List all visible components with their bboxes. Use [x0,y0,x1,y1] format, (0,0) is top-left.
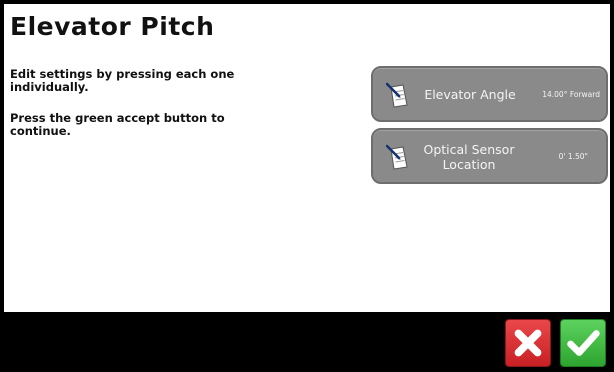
edit-document-icon [385,143,412,171]
content-panel: Elevator Pitch Edit settings by pressing… [4,4,610,312]
instruction-text: Edit settings by pressing each one indiv… [10,67,235,94]
page-title: Elevator Pitch [10,12,215,41]
instruction-text: Press the green accept button to continu… [10,111,225,138]
edit-document-icon [385,81,412,109]
cancel-button[interactable] [505,319,551,367]
setting-label: Optical Sensor Location [423,142,515,172]
setting-value: 14.00° Forward [542,90,600,99]
accept-button[interactable] [560,319,606,367]
screen: Elevator Pitch Edit settings by pressing… [0,0,614,372]
setting-label: Elevator Angle [424,87,516,102]
setting-value: 0' 1.50" [558,152,588,161]
elevator-angle-button[interactable]: Elevator Angle 14.00° Forward [371,66,608,122]
optical-sensor-location-button[interactable]: Optical Sensor Location 0' 1.50" [371,128,608,184]
